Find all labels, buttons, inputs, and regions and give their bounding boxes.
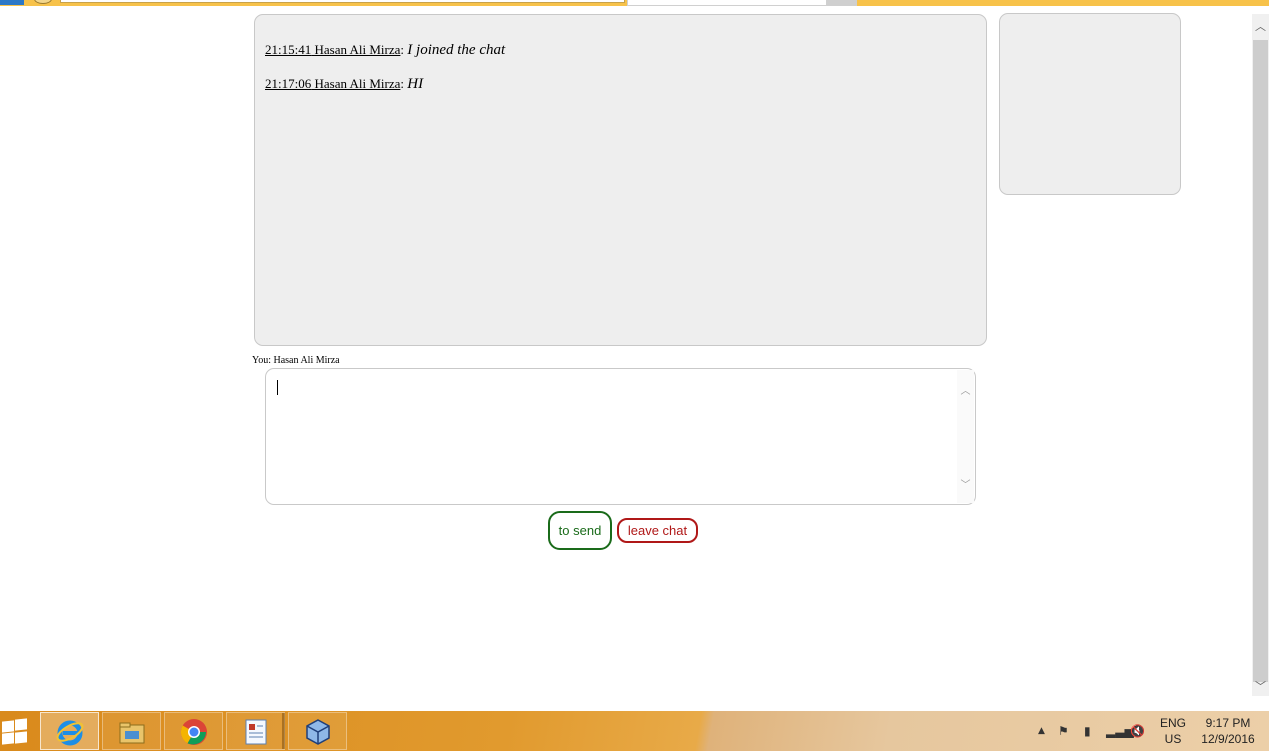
message-meta[interactable]: 21:15:41 Hasan Ali Mirza bbox=[265, 42, 400, 57]
virtualbox-icon[interactable] bbox=[288, 712, 347, 750]
message-text: I joined the chat bbox=[407, 42, 506, 58]
action-center-flag-icon[interactable]: ⚑ bbox=[1058, 724, 1069, 738]
battery-icon[interactable]: ▮ bbox=[1084, 724, 1091, 738]
taskbar-separator bbox=[282, 713, 285, 749]
clock-time: 9:17 PM bbox=[1205, 716, 1251, 730]
chat-message: 21:17:06 Hasan Ali Mirza: HI bbox=[265, 76, 424, 92]
chevron-up-icon[interactable]: ︿ bbox=[1252, 18, 1269, 36]
text-caret bbox=[277, 380, 278, 395]
page-scrollbar[interactable]: ︿ ﹀ bbox=[1252, 14, 1269, 696]
clock-date: 12/9/2016 bbox=[1201, 732, 1255, 746]
region-code: US bbox=[1164, 732, 1182, 746]
volume-muted-icon[interactable]: 🔇 bbox=[1130, 724, 1145, 738]
chat-log: 21:15:41 Hasan Ali Mirza: I joined the c… bbox=[254, 14, 987, 346]
input-language-indicator[interactable]: ENG US bbox=[1158, 715, 1188, 747]
message-time: 21:17:06 bbox=[265, 76, 312, 91]
message-time: 21:15:41 bbox=[265, 42, 312, 57]
chrome-icon[interactable] bbox=[164, 712, 223, 750]
scrollbar-thumb[interactable] bbox=[1253, 40, 1268, 682]
current-user-label: You: Hasan Ali Mirza bbox=[252, 355, 340, 366]
browser-chrome-strip bbox=[0, 0, 1269, 6]
message-text: HI bbox=[407, 76, 424, 92]
browser-tab[interactable] bbox=[627, 0, 827, 6]
address-bar[interactable] bbox=[60, 0, 625, 3]
system-tray: ▲ ⚑ ▮ ▂▃▅ 🔇 ENG US 9:17 PM 12/9/2016 bbox=[1032, 711, 1269, 751]
back-button-edge[interactable] bbox=[0, 0, 24, 5]
leave-chat-button[interactable]: leave chat bbox=[617, 518, 698, 543]
clock[interactable]: 9:17 PM 12/9/2016 bbox=[1196, 715, 1260, 747]
show-hidden-icons-icon[interactable]: ▲ bbox=[1038, 726, 1045, 736]
message-meta[interactable]: 21:17:06 Hasan Ali Mirza bbox=[265, 76, 400, 91]
chevron-down-icon[interactable]: ﹀ bbox=[1252, 678, 1269, 696]
new-tab-button[interactable] bbox=[827, 0, 857, 6]
users-panel bbox=[999, 13, 1181, 195]
message-author: Hasan Ali Mirza bbox=[314, 42, 401, 57]
send-button[interactable]: to send bbox=[548, 511, 612, 550]
chat-message: 21:15:41 Hasan Ali Mirza: I joined the c… bbox=[265, 42, 506, 58]
message-input[interactable]: ︿ ﹀ bbox=[265, 368, 976, 505]
file-explorer-icon[interactable] bbox=[102, 712, 161, 750]
chevron-down-icon[interactable]: ﹀ bbox=[957, 476, 974, 491]
refresh-icon[interactable] bbox=[34, 0, 52, 4]
taskbar: ▲ ⚑ ▮ ▂▃▅ 🔇 ENG US 9:17 PM 12/9/2016 bbox=[0, 711, 1269, 751]
chevron-up-icon[interactable]: ︿ bbox=[957, 382, 974, 397]
input-scrollbar[interactable]: ︿ ﹀ bbox=[957, 370, 974, 503]
language-code: ENG bbox=[1159, 716, 1186, 730]
message-author: Hasan Ali Mirza bbox=[314, 76, 401, 91]
windows-start-icon[interactable] bbox=[0, 718, 30, 745]
text-editor-icon[interactable] bbox=[226, 712, 285, 750]
internet-explorer-icon[interactable] bbox=[40, 712, 99, 750]
